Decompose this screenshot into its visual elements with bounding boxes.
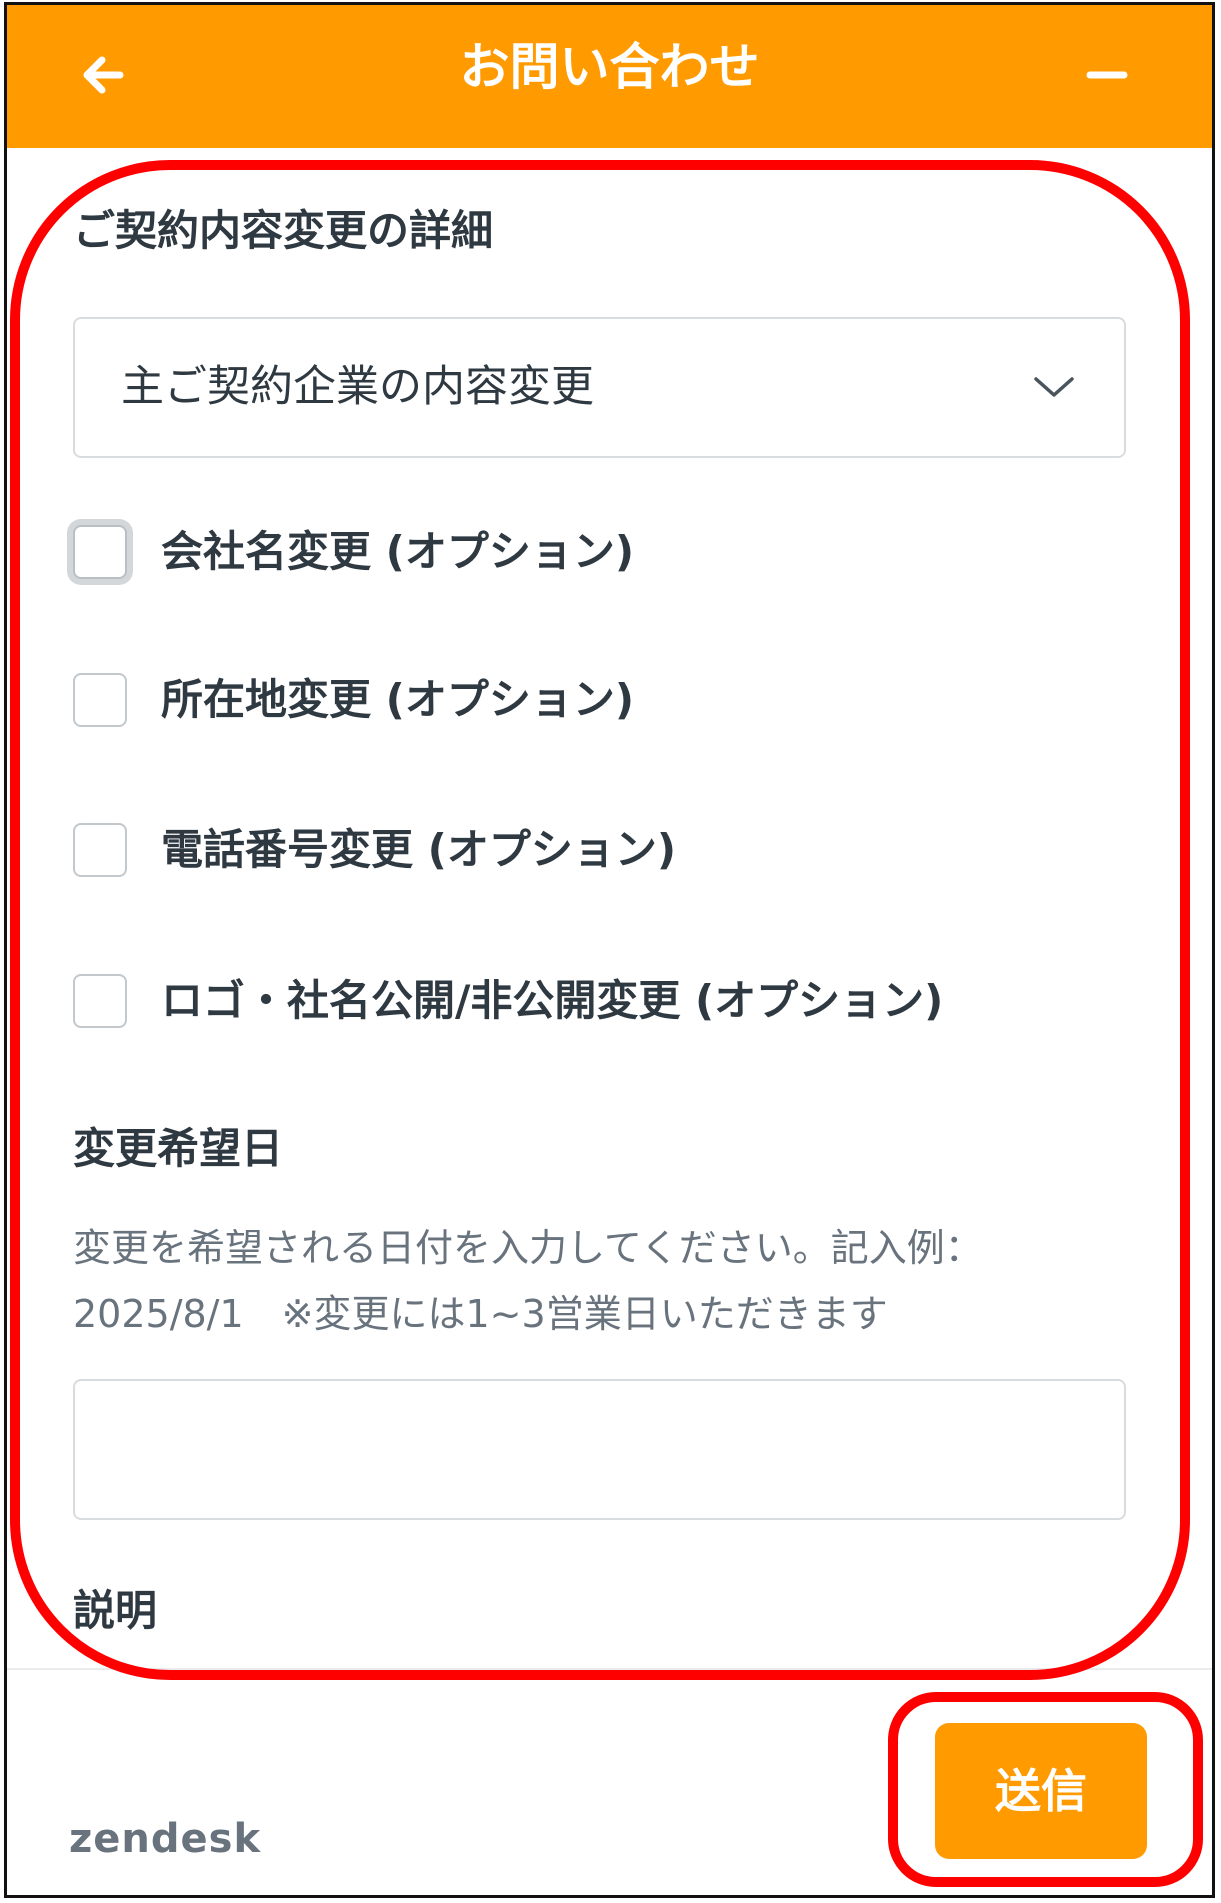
logo-visibility-checkbox[interactable] (73, 974, 127, 1028)
address-checkbox[interactable] (73, 673, 127, 727)
minimize-button[interactable] (1072, 40, 1142, 110)
date-hint: 変更を希望される日付を入力してください。記入例：2025/8/1 ※変更には1~… (73, 1226, 983, 1336)
checkbox-label: 会社名変更 (オプション) (161, 527, 635, 576)
phone-checkbox[interactable] (73, 823, 127, 877)
checkbox-label: ロゴ・社名公開/非公開変更 (オプション) (161, 976, 944, 1025)
page-title: お問い合わせ (459, 38, 760, 96)
checkbox-row-phone[interactable]: 電話番号変更 (オプション) (73, 820, 676, 880)
checkbox-row-logo[interactable]: ロゴ・社名公開/非公開変更 (オプション) (73, 971, 943, 1031)
checkbox-label: 所在地変更 (オプション) (161, 675, 635, 724)
details-select[interactable]: 主ご契約企業の内容変更 (73, 317, 1126, 458)
chevron-down-icon (1034, 377, 1074, 397)
company-name-checkbox[interactable] (73, 525, 127, 579)
details-select-value: 主ご契約企業の内容変更 (121, 362, 594, 412)
minus-icon (1086, 71, 1128, 79)
desired-date-input[interactable] (73, 1379, 1126, 1520)
scrollbar[interactable] (1183, 785, 1189, 1305)
checkbox-label: 電話番号変更 (オプション) (161, 825, 677, 874)
description-label: 説明 (73, 1586, 158, 1635)
zendesk-logo: zendesk (69, 1816, 262, 1862)
chat-widget: お問い合わせ ご契約内容変更の詳細 主ご契約企業の内容変更 会社名変更 (オプシ… (4, 2, 1215, 1898)
send-button[interactable]: 送信 (935, 1723, 1147, 1859)
details-label: ご契約内容変更の詳細 (73, 206, 494, 255)
date-label: 変更希望日 (73, 1124, 284, 1173)
header-bar: お問い合わせ (7, 5, 1212, 148)
checkbox-row-company-name[interactable]: 会社名変更 (オプション) (73, 522, 634, 582)
checkbox-row-address[interactable]: 所在地変更 (オプション) (73, 670, 634, 730)
